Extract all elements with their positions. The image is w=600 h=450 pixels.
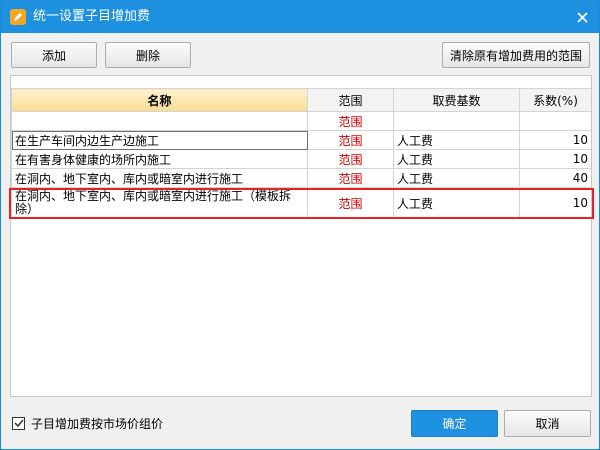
cell-coefficient[interactable] — [519, 111, 591, 131]
clear-range-button[interactable]: 清除原有增加费用的范围 — [442, 42, 590, 68]
settings-dialog: 统一设置子目增加费 添加 删除 清除原有增加费用的范围 名称 范围 取费基数 系… — [0, 0, 600, 450]
cell-name[interactable]: 在有害身体健康的场所内施工 — [11, 149, 308, 169]
delete-button[interactable]: 删除 — [105, 42, 191, 68]
checkbox-box[interactable] — [12, 416, 25, 430]
cell-name[interactable]: 在洞内、地下室内、库内或暗室内进行施工 — [11, 168, 308, 188]
cell-coefficient[interactable]: 10 — [519, 149, 591, 169]
cell-name[interactable] — [11, 111, 308, 131]
fee-table: 名称 范围 取费基数 系数(%) 范围 在生产车间内边生产边施工 范围 人工费 — [11, 88, 591, 219]
pencil-app-icon — [10, 9, 26, 25]
cell-coefficient[interactable]: 40 — [519, 168, 591, 188]
add-button[interactable]: 添加 — [11, 42, 97, 68]
cell-base[interactable] — [393, 111, 520, 131]
column-header-range[interactable]: 范围 — [307, 88, 394, 112]
fee-grid[interactable]: 名称 范围 取费基数 系数(%) 范围 在生产车间内边生产边施工 范围 人工费 — [10, 75, 592, 397]
cell-name[interactable]: 在洞内、地下室内、库内或暗室内进行施工（模板拆除） — [11, 187, 308, 219]
cell-coefficient[interactable]: 10 — [519, 130, 591, 150]
table-row-selected[interactable]: 在洞内、地下室内、库内或暗室内进行施工（模板拆除） 范围 人工费 10 — [11, 187, 591, 219]
column-header-base[interactable]: 取费基数 — [393, 88, 520, 112]
close-button[interactable] — [571, 6, 593, 28]
cell-base[interactable]: 人工费 — [393, 130, 520, 150]
table-row[interactable]: 在有害身体健康的场所内施工 范围 人工费 10 — [11, 149, 591, 169]
cancel-button[interactable]: 取消 — [504, 410, 591, 437]
cell-base[interactable]: 人工费 — [393, 149, 520, 169]
cell-name[interactable]: 在生产车间内边生产边施工 — [11, 130, 308, 150]
column-header-coefficient[interactable]: 系数(%) — [519, 88, 591, 112]
market-price-checkbox[interactable]: 子目增加费按市场价组价 — [12, 414, 163, 432]
column-header-name[interactable]: 名称 — [11, 88, 308, 112]
ok-button[interactable]: 确定 — [411, 410, 498, 437]
checkmark-icon — [13, 419, 24, 428]
table-header-row: 名称 范围 取费基数 系数(%) — [11, 88, 591, 112]
market-price-checkbox-label: 子目增加费按市场价组价 — [31, 416, 164, 431]
grid-top-strip — [11, 76, 591, 88]
cell-range-link[interactable]: 范围 — [307, 130, 394, 150]
cell-base[interactable]: 人工费 — [393, 168, 520, 188]
cell-range-link[interactable]: 范围 — [307, 168, 394, 188]
table-row[interactable]: 在生产车间内边生产边施工 范围 人工费 10 — [11, 130, 591, 150]
cell-coefficient[interactable]: 10 — [519, 187, 591, 219]
cell-range-link[interactable]: 范围 — [307, 149, 394, 169]
dialog-title: 统一设置子目增加费 — [33, 9, 151, 24]
title-bar[interactable]: 统一设置子目增加费 — [1, 1, 599, 33]
cell-base[interactable]: 人工费 — [393, 187, 520, 219]
table-row[interactable]: 在洞内、地下室内、库内或暗室内进行施工 范围 人工费 40 — [11, 168, 591, 188]
cell-range-link[interactable]: 范围 — [307, 187, 394, 219]
table-row[interactable]: 范围 — [11, 111, 591, 131]
cell-range-link[interactable]: 范围 — [307, 111, 394, 131]
close-icon — [576, 11, 588, 23]
